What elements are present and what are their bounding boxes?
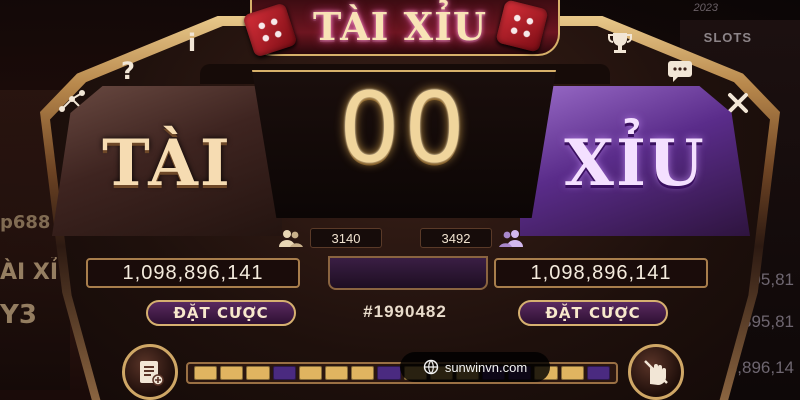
history-cell-tai — [246, 366, 270, 380]
history-cell-tai — [298, 366, 322, 380]
background-left-text: Y3 — [0, 300, 37, 330]
history-cell-xiu — [377, 366, 401, 380]
history-button[interactable] — [122, 344, 178, 400]
session-id: #1990482 — [363, 302, 447, 321]
trophy-icon[interactable] — [596, 22, 644, 64]
tai-bet-area[interactable]: TÀI — [52, 86, 282, 236]
tai-players-value: 3140 — [310, 228, 382, 248]
xiu-players-value: 3492 — [420, 228, 492, 248]
xiu-place-bet-button[interactable]: ĐẶT CƯỢC — [518, 300, 668, 326]
history-cell-xiu — [586, 366, 610, 380]
history-cell-tai — [220, 366, 244, 380]
history-cell-tai — [194, 366, 218, 380]
history-cell-tai — [351, 366, 375, 380]
users-icon — [499, 230, 523, 247]
info-icon[interactable]: i — [168, 22, 216, 64]
tai-total-bet: 1,098,896,141 — [86, 258, 300, 288]
hand-stop-icon — [644, 360, 668, 385]
globe-icon — [423, 359, 439, 375]
countdown-timer: 00 — [338, 72, 470, 184]
watermark-text: sunwinvn.com — [444, 359, 528, 375]
xiu-total-bet: 1,098,896,141 — [494, 258, 708, 288]
history-cell-tai — [560, 366, 584, 380]
chat-icon[interactable] — [656, 50, 704, 92]
tai-place-bet-button[interactable]: ĐẶT CƯỢC — [146, 300, 296, 326]
history-cell-tai — [324, 366, 349, 380]
users-icon — [279, 230, 303, 247]
background-year: 2023 — [693, 2, 718, 14]
history-scroll-icon — [140, 361, 164, 386]
tai-player-count: 3140 — [278, 227, 382, 249]
game-title: TÀI XỈU — [312, 4, 488, 49]
history-cell-xiu — [272, 366, 296, 380]
tai-label: TÀI — [102, 126, 232, 201]
center-bet-slot — [328, 256, 488, 290]
stop-auto-button[interactable] — [628, 344, 684, 400]
site-watermark: sunwinvn.com — [400, 352, 550, 382]
xiu-player-count: 3492 — [420, 227, 524, 249]
help-icon[interactable]: ? — [104, 50, 152, 92]
